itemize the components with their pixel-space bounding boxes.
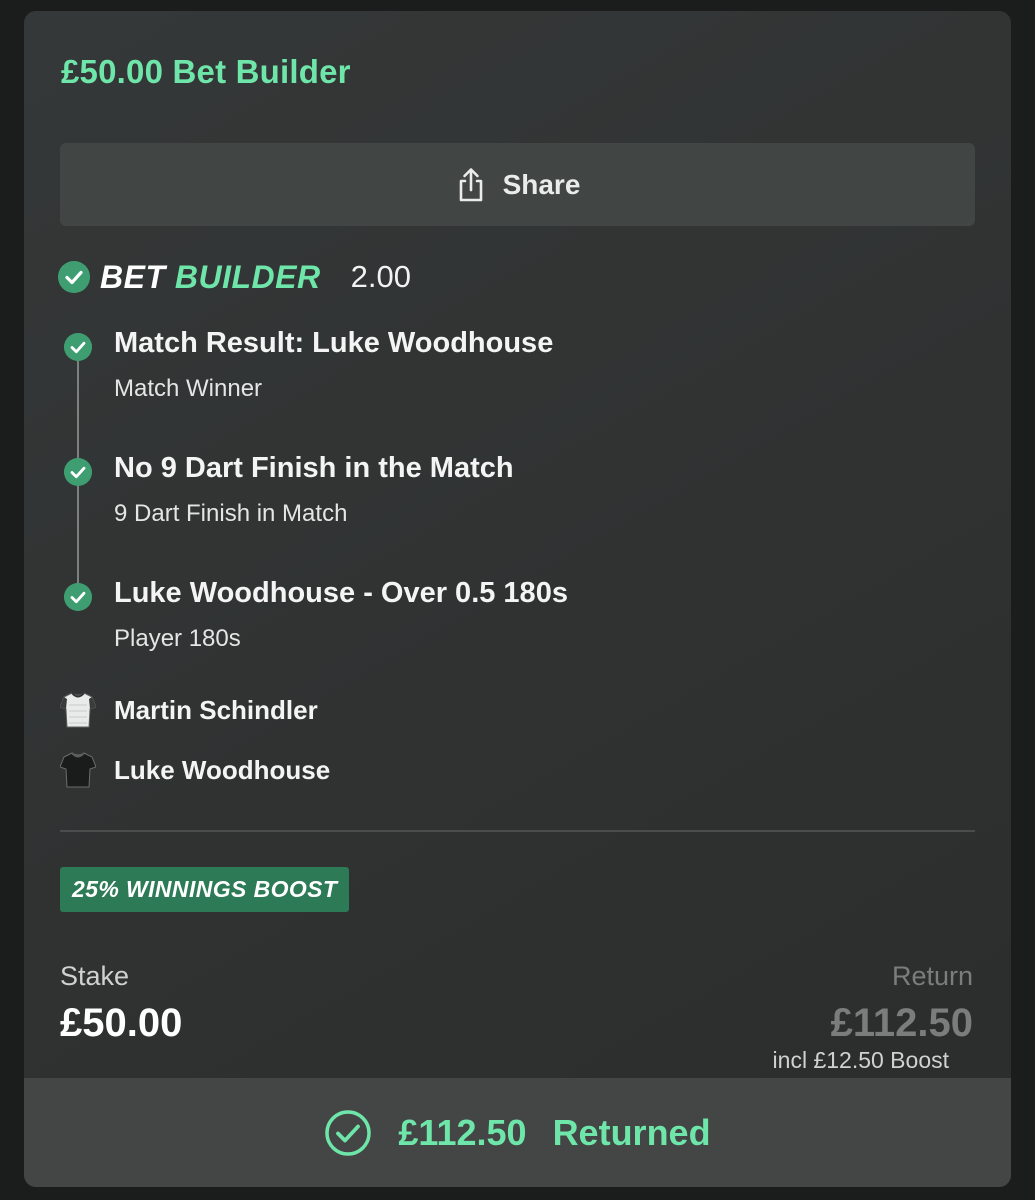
leg-subtitle: 9 Dart Finish in Match xyxy=(114,500,348,527)
check-circle-icon xyxy=(325,1109,372,1156)
returned-amount: £112.50 xyxy=(398,1111,527,1153)
white-shirt-icon xyxy=(60,692,96,728)
bet-builder-logo-part1: BET xyxy=(100,258,166,295)
check-circle-icon xyxy=(64,333,92,361)
return-label: Return xyxy=(891,961,973,991)
stake-label: Stake xyxy=(60,961,130,991)
check-circle-icon xyxy=(64,458,92,486)
leg-subtitle: Player 180s xyxy=(114,625,241,652)
returned-status: Returned xyxy=(552,1111,711,1153)
stake-value: £50.00 xyxy=(60,1001,183,1045)
player-name: Martin Schindler xyxy=(114,694,318,725)
player-row: Luke Woodhouse xyxy=(60,751,330,789)
check-circle-icon xyxy=(64,583,92,611)
return-value: £112.50 xyxy=(830,1001,973,1045)
bet-builder-logo-part2: BUILDER xyxy=(174,258,321,295)
check-circle-icon xyxy=(58,261,90,293)
share-label: Share xyxy=(502,168,581,200)
black-shirt-icon xyxy=(60,752,96,788)
share-icon xyxy=(459,167,482,201)
boost-note: incl £12.50 Boost xyxy=(772,1047,949,1073)
winnings-boost-badge: 25% WINNINGS BOOST xyxy=(60,867,350,912)
player-name: Luke Woodhouse xyxy=(114,754,331,785)
bet-title: £50.00 Bet Builder xyxy=(61,53,351,90)
bet-builder-odds: 2.00 xyxy=(350,259,411,294)
bet-builder-logo: BET BUILDER xyxy=(100,259,321,296)
bet-builder-header: BET BUILDER 2.00 xyxy=(58,255,411,299)
leg-title: Luke Woodhouse - Over 0.5 180s xyxy=(114,577,568,609)
leg-subtitle: Match Winner xyxy=(114,375,263,402)
player-row: Martin Schindler xyxy=(60,691,318,729)
returned-footer: £112.50 Returned xyxy=(24,1078,1011,1187)
leg-title: Match Result: Luke Woodhouse xyxy=(114,327,554,359)
share-button[interactable]: Share xyxy=(60,143,975,226)
divider xyxy=(60,830,975,832)
leg-title: No 9 Dart Finish in the Match xyxy=(114,452,514,484)
bet-card: £50.00 Bet Builder Share BET BUILDER 2.0… xyxy=(24,11,1011,1187)
